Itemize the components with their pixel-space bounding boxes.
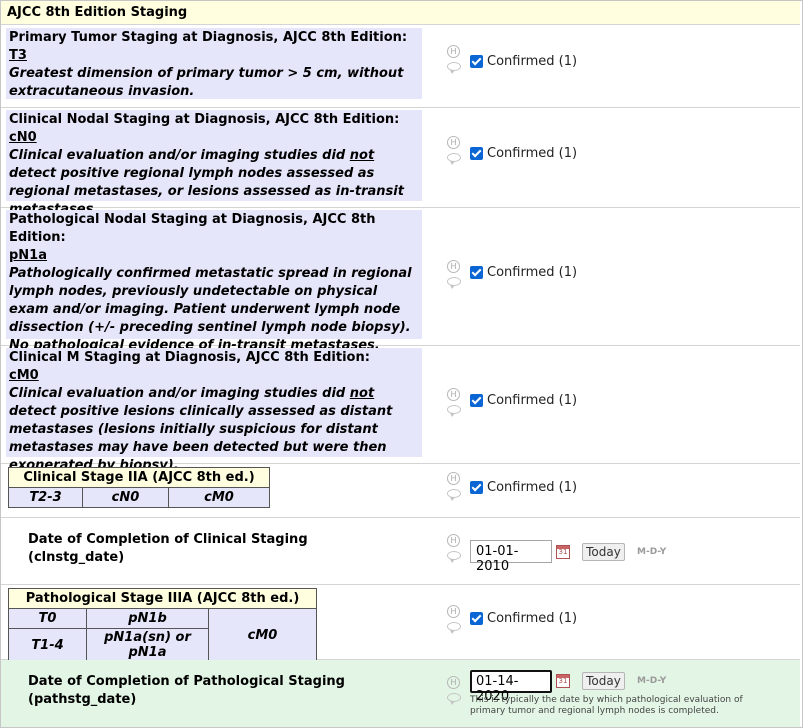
confirmed-label: Confirmed (1) <box>487 54 578 69</box>
field-note: This is typically the date by which path… <box>470 695 743 716</box>
field-icons: H <box>446 388 464 417</box>
stage-cell-m: cM0 <box>168 487 270 508</box>
pathological-stage-title: Pathological Stage IIIA (AJCC 8th ed.) <box>8 588 317 609</box>
field-label-box: Primary Tumor Staging at Diagnosis, AJCC… <box>6 28 422 99</box>
confirmed-checkbox[interactable] <box>470 394 483 407</box>
confirmed-checkbox[interactable] <box>470 612 483 625</box>
field-title: Clinical M Staging at Diagnosis, AJCC 8t… <box>9 350 370 365</box>
date-format-hint: M-D-Y <box>637 676 667 686</box>
confirmed-checkbox[interactable] <box>470 55 483 68</box>
calendar-icon[interactable]: 31 <box>556 674 570 688</box>
confirmed-control[interactable]: Confirmed (1) <box>470 265 577 280</box>
confirmed-label: Confirmed (1) <box>487 265 578 280</box>
field-row-clinical-stage: Clinical Stage IIA (AJCC 8th ed.) T2-3 c… <box>1 464 800 518</box>
desc-text: detect positive lesions clinically asses… <box>9 404 393 473</box>
field-icons: H <box>446 45 464 74</box>
history-icon[interactable]: H <box>447 45 460 58</box>
field-description: Clinical evaluation and/or imaging studi… <box>9 385 419 475</box>
date-variable-name: (pathstg_date) <box>28 692 137 707</box>
section-title: AJCC 8th Edition Staging <box>7 5 188 20</box>
stage-cell-m: cM0 <box>208 608 317 662</box>
comment-bubble-icon[interactable] <box>447 405 461 417</box>
comment-bubble-icon[interactable] <box>447 277 461 289</box>
comment-bubble-icon[interactable] <box>447 153 461 165</box>
field-icons: H <box>446 605 464 634</box>
comment-bubble-icon[interactable] <box>447 622 461 634</box>
clinical-stage-title: Clinical Stage IIA (AJCC 8th ed.) <box>8 467 270 488</box>
field-label: Date of Completion of Pathological Stagi… <box>28 673 345 709</box>
comment-bubble-icon[interactable] <box>447 489 461 501</box>
field-label-box: Clinical Nodal Staging at Diagnosis, AJC… <box>6 110 422 217</box>
confirmed-label: Confirmed (1) <box>487 611 578 626</box>
comment-bubble-icon[interactable] <box>447 551 461 563</box>
desc-emphasis: not <box>349 148 375 163</box>
confirmed-checkbox[interactable] <box>470 147 483 160</box>
field-code: T3 <box>9 48 27 63</box>
clinical-stage-table: Clinical Stage IIA (AJCC 8th ed.) T2-3 c… <box>8 467 270 508</box>
calendar-icon[interactable]: 31 <box>556 545 570 559</box>
field-label: Date of Completion of Clinical Staging (… <box>28 531 308 567</box>
field-code: cM0 <box>9 368 39 383</box>
field-title: Primary Tumor Staging at Diagnosis, AJCC… <box>9 30 408 45</box>
stage-cell-t: T2-3 <box>8 487 83 508</box>
field-icons: H <box>446 676 464 705</box>
today-button[interactable]: Today <box>582 543 625 561</box>
field-icons: H <box>446 472 464 501</box>
desc-text: Clinical evaluation and/or imaging studi… <box>9 148 350 163</box>
section-header: AJCC 8th Edition Staging <box>1 1 800 25</box>
stage-cell-t: T0 <box>8 608 87 629</box>
stage-cell-n: pN1a(sn) or pN1a <box>86 628 209 662</box>
stage-cell-n: cN0 <box>82 487 169 508</box>
date-label-text: Date of Completion of Pathological Stagi… <box>28 674 345 689</box>
desc-emphasis: not <box>349 386 375 401</box>
confirmed-control[interactable]: Confirmed (1) <box>470 54 577 69</box>
confirmed-checkbox[interactable] <box>470 266 483 279</box>
date-format-hint: M-D-Y <box>637 547 667 557</box>
comment-bubble-icon[interactable] <box>447 62 461 74</box>
field-icons: H <box>446 534 464 563</box>
confirmed-control[interactable]: Confirmed (1) <box>470 480 577 495</box>
confirmed-checkbox[interactable] <box>470 481 483 494</box>
pathological-date-input[interactable]: 01-14-2020 <box>470 670 552 704</box>
comment-bubble-icon[interactable] <box>447 693 461 705</box>
field-code: pN1a <box>9 248 48 263</box>
history-icon[interactable]: H <box>447 388 460 401</box>
stage-cell-n: pN1b <box>86 608 209 629</box>
field-description: Pathologically confirmed metastatic spre… <box>9 266 412 353</box>
field-icons: H <box>446 260 464 289</box>
history-icon[interactable]: H <box>447 605 460 618</box>
field-icons: H <box>446 136 464 165</box>
field-label-box: Pathological Nodal Staging at Diagnosis,… <box>6 210 422 353</box>
field-row-clinical-nodal: Clinical Nodal Staging at Diagnosis, AJC… <box>1 108 800 217</box>
confirmed-label: Confirmed (1) <box>487 146 578 161</box>
date-label-text: Date of Completion of Clinical Staging <box>28 532 308 547</box>
field-row-pathological-nodal: Pathological Nodal Staging at Diagnosis,… <box>1 208 800 353</box>
history-icon[interactable]: H <box>447 472 460 485</box>
history-icon[interactable]: H <box>447 676 460 689</box>
stage-cell-t: T1-4 <box>8 628 87 662</box>
field-code: cN0 <box>9 130 37 145</box>
field-row-primary-tumor: Primary Tumor Staging at Diagnosis, AJCC… <box>1 26 800 108</box>
confirmed-control[interactable]: Confirmed (1) <box>470 146 577 161</box>
desc-text: Clinical evaluation and/or imaging studi… <box>9 386 350 401</box>
confirmed-control[interactable]: Confirmed (1) <box>470 393 577 408</box>
field-row-pathological-stage: Pathological Stage IIIA (AJCC 8th ed.) T… <box>1 585 800 662</box>
history-icon[interactable]: H <box>447 260 460 273</box>
field-title: Pathological Nodal Staging at Diagnosis,… <box>9 212 376 245</box>
history-icon[interactable]: H <box>447 136 460 149</box>
date-variable-name: (clnstg_date) <box>28 550 125 565</box>
confirmed-control[interactable]: Confirmed (1) <box>470 611 577 626</box>
clinical-date-input[interactable]: 01-01-2010 <box>470 540 552 574</box>
pathological-stage-table: Pathological Stage IIIA (AJCC 8th ed.) T… <box>8 588 317 662</box>
field-title: Clinical Nodal Staging at Diagnosis, AJC… <box>9 112 400 127</box>
field-label-box: Clinical M Staging at Diagnosis, AJCC 8t… <box>6 348 422 473</box>
confirmed-label: Confirmed (1) <box>487 480 578 495</box>
field-row-clinical-date: Date of Completion of Clinical Staging (… <box>1 518 800 585</box>
history-icon[interactable]: H <box>447 534 460 547</box>
field-description: Greatest dimension of primary tumor > 5 … <box>9 66 404 99</box>
today-button[interactable]: Today <box>582 672 625 690</box>
field-row-pathological-date: Date of Completion of Pathological Stagi… <box>1 660 800 727</box>
field-row-clinical-m: Clinical M Staging at Diagnosis, AJCC 8t… <box>1 346 800 473</box>
confirmed-label: Confirmed (1) <box>487 393 578 408</box>
